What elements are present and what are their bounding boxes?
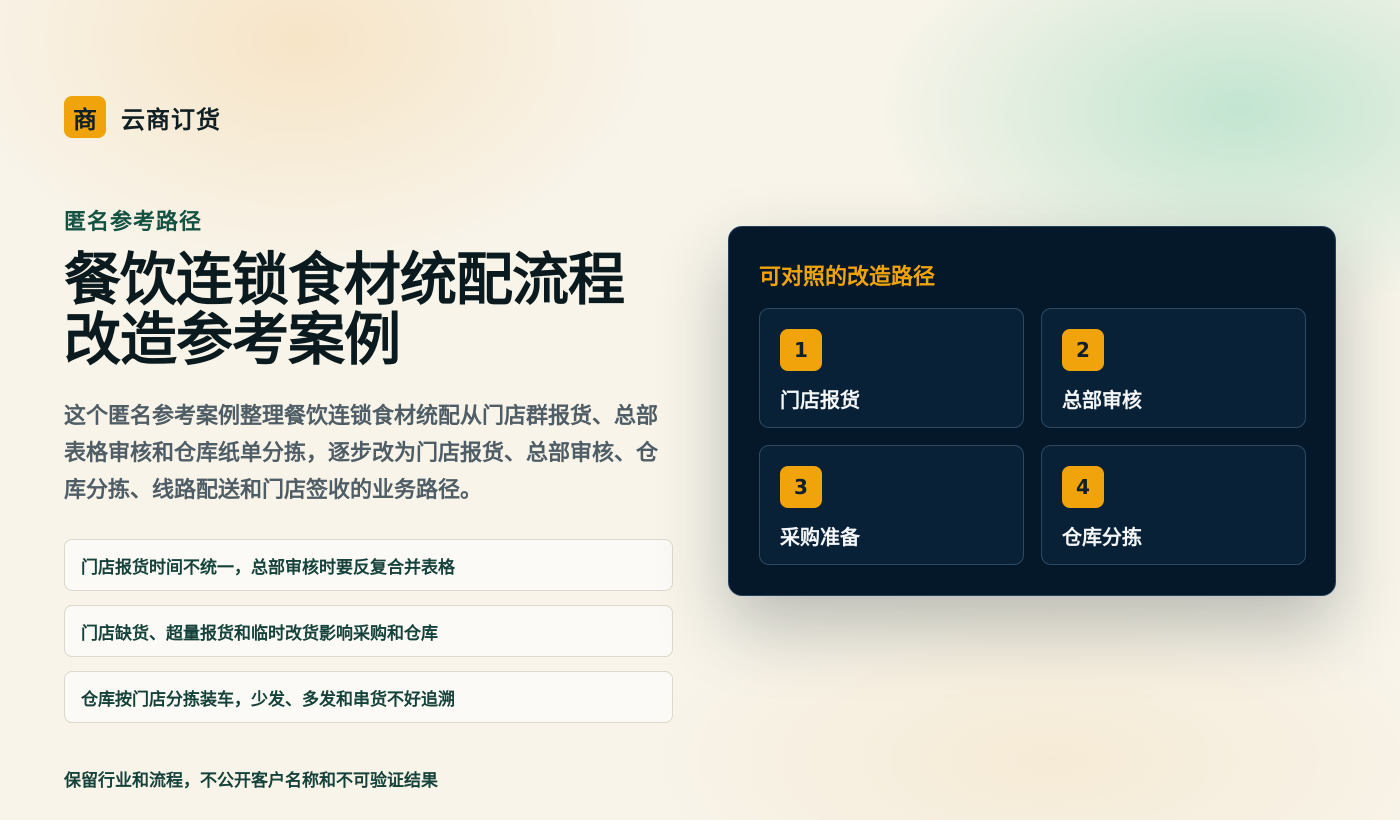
step-number-badge: 4 <box>1062 466 1104 508</box>
step-label: 门店报货 <box>780 388 860 412</box>
step-card-3: 3 采购准备 <box>759 445 1024 565</box>
step-number-badge: 2 <box>1062 329 1104 371</box>
panel-title: 可对照的改造路径 <box>759 265 936 290</box>
pain-point-item: 仓库按门店分拣装车，少发、多发和串货不好追溯 <box>64 671 673 723</box>
step-card-2: 2 总部审核 <box>1041 308 1306 428</box>
footnote: 保留行业和流程，不公开客户名称和不可验证结果 <box>64 771 438 791</box>
title-line-1: 餐饮连锁食材统配流程 <box>64 247 625 313</box>
pain-point-list: 门店报货时间不统一，总部审核时要反复合并表格 门店缺货、超量报货和临时改货影响采… <box>64 539 673 737</box>
pain-point-item: 门店缺货、超量报货和临时改货影响采购和仓库 <box>64 605 673 657</box>
step-number-badge: 3 <box>780 466 822 508</box>
step-card-1: 1 门店报货 <box>759 308 1024 428</box>
step-number-badge: 1 <box>780 329 822 371</box>
eyebrow-label: 匿名参考路径 <box>64 210 203 235</box>
title-line-2: 改造参考案例 <box>64 307 401 373</box>
hero-description: 这个匿名参考案例整理餐饮连锁食材统配从门店群报货、总部表格审核和仓库纸单分拣，逐… <box>64 404 659 503</box>
brand[interactable]: 商 云商订货 <box>64 96 221 138</box>
brand-name: 云商订货 <box>121 105 221 134</box>
step-label: 仓库分拣 <box>1062 525 1142 549</box>
step-grid: 1 门店报货 2 总部审核 3 采购准备 4 仓库分拣 <box>759 308 1306 565</box>
pain-point-item: 门店报货时间不统一，总部审核时要反复合并表格 <box>64 539 673 591</box>
page-title: 餐饮连锁食材统配流程 改造参考案例 <box>64 250 704 370</box>
step-label: 总部审核 <box>1062 388 1142 412</box>
step-label: 采购准备 <box>780 525 860 549</box>
step-card-4: 4 仓库分拣 <box>1041 445 1306 565</box>
brand-logo-icon: 商 <box>64 96 106 138</box>
route-panel: 可对照的改造路径 1 门店报货 2 总部审核 3 采购准备 4 仓库分拣 <box>728 226 1336 596</box>
